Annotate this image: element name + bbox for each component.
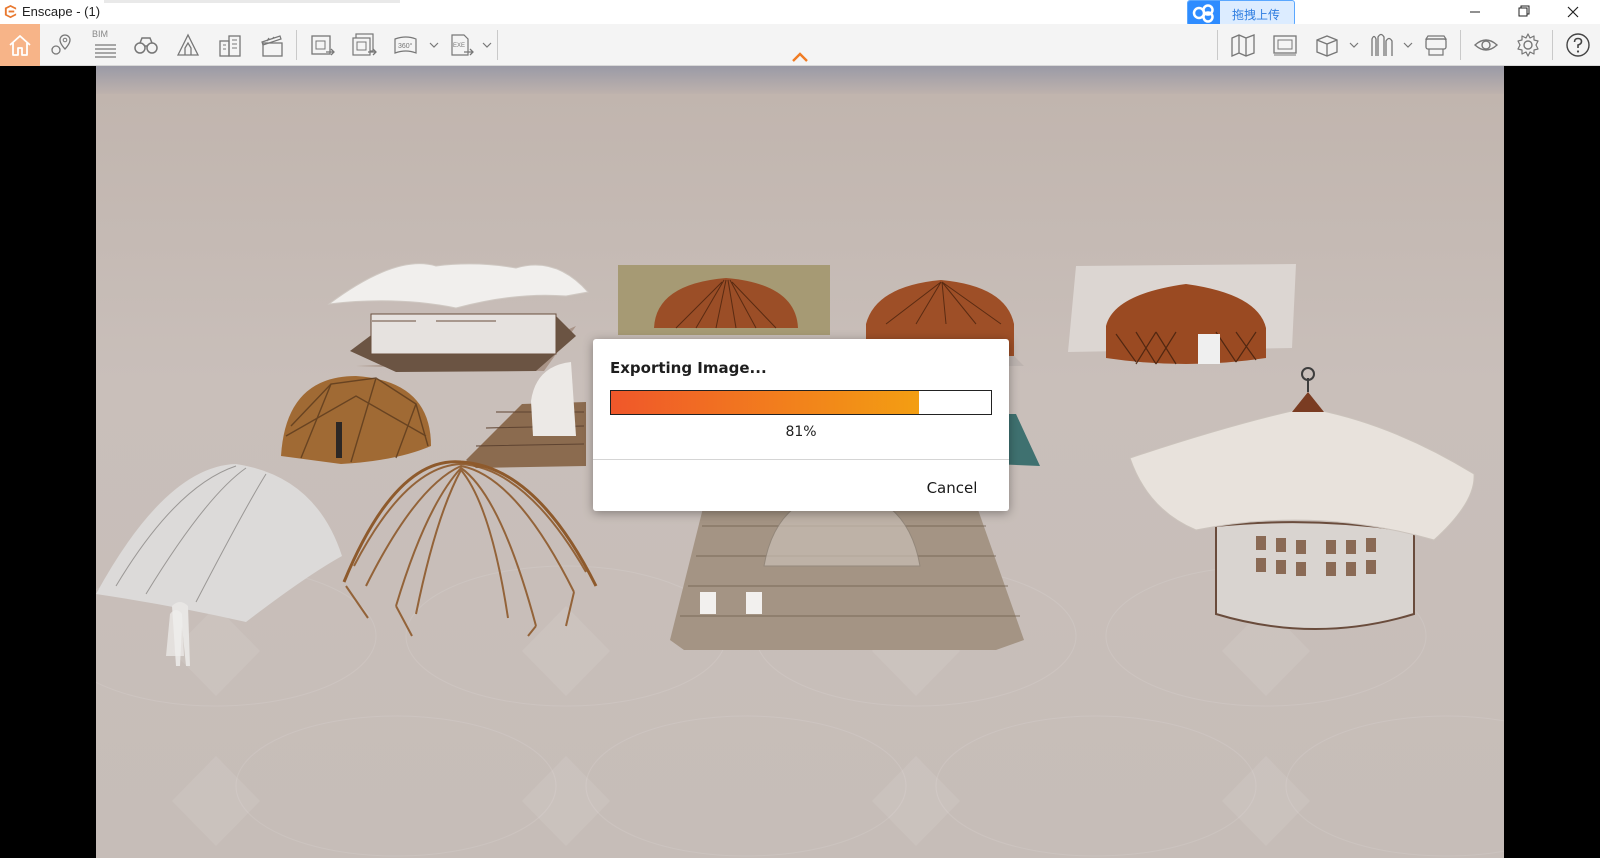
- batch-render-button[interactable]: [344, 24, 384, 66]
- map-pin-icon: [51, 34, 71, 55]
- bim-list-icon: [95, 44, 116, 58]
- enscape-logo-icon: [4, 4, 17, 19]
- panorama-360-icon: 360°: [394, 36, 417, 54]
- svg-text:360°: 360°: [398, 42, 413, 50]
- toolbar-separator: [296, 30, 297, 60]
- batch-render-icon: [352, 33, 377, 56]
- vr-headset-icon: [1424, 35, 1448, 56]
- dialog-divider: [593, 459, 1009, 460]
- walk-mode-button[interactable]: [126, 24, 166, 66]
- settings-button[interactable]: [1508, 24, 1548, 66]
- views-button[interactable]: [42, 24, 82, 66]
- restore-button[interactable]: [1500, 0, 1546, 24]
- visual-settings-eye-icon: [1473, 39, 1499, 51]
- progress-bar-fill: [611, 391, 919, 414]
- vr-headset-button[interactable]: [1416, 24, 1456, 66]
- export-dialog: Exporting Image... 81% Cancel: [593, 339, 1009, 511]
- media-gallery-button[interactable]: [1265, 24, 1305, 66]
- atmosphere-button[interactable]: [1362, 24, 1402, 66]
- video-editor-button[interactable]: [252, 24, 292, 66]
- exe-export-button[interactable]: EXE: [442, 24, 482, 66]
- title-bar-strip: [104, 0, 400, 3]
- toolbar-separator: [1217, 30, 1218, 60]
- settings-gear-icon: [1517, 33, 1539, 57]
- asset-library-button[interactable]: [168, 24, 208, 66]
- cloud-upload-icon: [1188, 1, 1220, 25]
- chevron-up-icon[interactable]: [790, 50, 810, 64]
- map-button[interactable]: [1223, 24, 1263, 66]
- toolbar-separator: [1552, 30, 1553, 60]
- chevron-down-icon[interactable]: [1348, 39, 1360, 51]
- drag-upload-label: 拖拽上传: [1232, 8, 1281, 22]
- cube-view-icon: [1316, 35, 1338, 57]
- chevron-down-icon[interactable]: [1402, 39, 1414, 51]
- screenshot-button[interactable]: [302, 24, 342, 66]
- map-icon: [1231, 34, 1255, 57]
- progress-bar: [610, 390, 992, 415]
- help-icon: [1566, 33, 1590, 57]
- visual-settings-button[interactable]: [1466, 24, 1506, 66]
- cube-view-button[interactable]: [1307, 24, 1347, 66]
- chevron-down-icon[interactable]: [481, 39, 493, 51]
- asset-library-icon: [176, 33, 200, 56]
- media-gallery-icon: [1273, 35, 1297, 56]
- bim-button[interactable]: BIM: [84, 24, 124, 66]
- toolbar-separator: [1460, 30, 1461, 60]
- help-button[interactable]: [1558, 24, 1598, 66]
- sites-button[interactable]: [210, 24, 250, 66]
- close-icon: [1567, 6, 1579, 18]
- home-button[interactable]: [0, 24, 40, 66]
- atmosphere-icon: [1371, 33, 1393, 56]
- restore-icon: [1518, 5, 1530, 17]
- minimize-button[interactable]: [1452, 0, 1498, 24]
- binoculars-icon: [134, 37, 158, 54]
- buildings-icon: [219, 35, 241, 57]
- exe-export-icon: EXE: [451, 34, 474, 56]
- svg-text:EXE: EXE: [453, 43, 465, 49]
- drag-upload-button[interactable]: 拖拽上传: [1187, 0, 1295, 26]
- toolbar-separator: [497, 30, 498, 60]
- home-icon: [9, 35, 31, 56]
- dialog-title: Exporting Image...: [610, 359, 767, 377]
- title-bar: Enscape - (1) 拖拽上传: [0, 0, 1600, 26]
- main-toolbar: BIM 360° EXE: [0, 24, 1600, 66]
- minimize-icon: [1470, 11, 1480, 13]
- clapperboard-icon: [261, 35, 283, 57]
- cancel-button[interactable]: Cancel: [913, 474, 991, 500]
- panorama-button[interactable]: 360°: [386, 24, 426, 66]
- window-title: Enscape - (1): [22, 4, 101, 19]
- chevron-down-icon[interactable]: [428, 39, 440, 51]
- screenshot-export-icon: [311, 35, 335, 56]
- progress-percent: 81%: [785, 424, 817, 440]
- close-button[interactable]: [1550, 0, 1596, 24]
